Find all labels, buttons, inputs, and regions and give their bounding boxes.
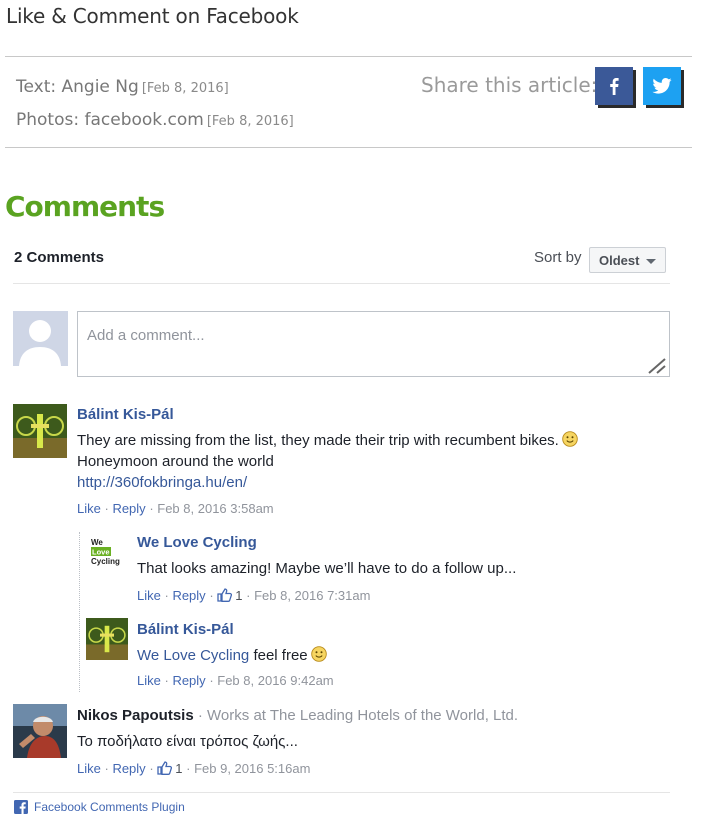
reply-author[interactable]: Bálint Kis-Pál xyxy=(137,621,234,638)
comment-text: Το ποδήλατο είναι τρόπος ζωής... xyxy=(77,733,298,750)
thumbs-up-icon xyxy=(157,761,173,775)
avatar[interactable]: We Love Cycling xyxy=(86,532,128,574)
default-avatar-icon xyxy=(13,311,68,366)
thumbs-up-icon xyxy=(217,588,233,602)
text-credit: Text: Angie Ng [Feb 8, 2016] xyxy=(16,77,229,97)
reply-thread-line xyxy=(79,532,80,692)
divider xyxy=(5,56,692,57)
like-button[interactable]: Like xyxy=(77,761,101,776)
divider xyxy=(13,283,670,284)
like-count: 1 xyxy=(235,588,243,603)
twitter-icon xyxy=(652,78,672,94)
photo-credit: Photos: facebook.com [Feb 8, 2016] xyxy=(16,110,294,130)
smiley-icon xyxy=(562,431,578,447)
avatar[interactable] xyxy=(13,704,67,758)
sort-select-value: Oldest xyxy=(599,253,640,268)
text-credit-label: Text: Angie Ng xyxy=(16,77,139,97)
photo-credit-label: Photos: facebook.com xyxy=(16,110,204,130)
comment-text-line: Honeymoon around the world xyxy=(77,453,274,470)
reply-text: We Love Cycling feel free xyxy=(137,645,327,666)
reply-text: That looks amazing! Maybe we’ll have to … xyxy=(137,560,517,577)
mention-link[interactable]: We Love Cycling xyxy=(137,647,249,664)
share-twitter-button[interactable] xyxy=(643,67,681,105)
comment-text: They are missing from the list, they mad… xyxy=(77,430,578,493)
share-facebook-button[interactable] xyxy=(595,67,633,105)
text-credit-date: [Feb 8, 2016] xyxy=(141,81,229,96)
facebook-square-icon xyxy=(14,800,28,814)
divider xyxy=(13,792,670,793)
comment-actions: Like · Reply · Feb 8, 2016 3:58am xyxy=(77,501,274,516)
reply-button[interactable]: Reply xyxy=(172,673,205,688)
sort-select[interactable]: Oldest xyxy=(589,247,666,273)
reply-timestamp[interactable]: Feb 8, 2016 7:31am xyxy=(254,588,370,603)
reply-button[interactable]: Reply xyxy=(112,501,145,516)
comment-input[interactable]: Add a comment... xyxy=(77,311,670,377)
like-button[interactable]: Like xyxy=(137,588,161,603)
reply-actions: Like · Reply · Feb 8, 2016 9:42am xyxy=(137,673,334,688)
reply-text-body: feel free xyxy=(253,647,308,664)
comment-count: 2 Comments xyxy=(14,249,105,266)
facebook-icon xyxy=(610,78,619,95)
page-title: Like & Comment on Facebook xyxy=(6,4,299,28)
reply-timestamp[interactable]: Feb 8, 2016 9:42am xyxy=(217,673,333,688)
svg-text:Love: Love xyxy=(92,548,110,557)
photo-credit-date: [Feb 8, 2016] xyxy=(206,114,294,129)
comment-author[interactable]: Bálint Kis-Pál xyxy=(77,406,174,423)
reply-button[interactable]: Reply xyxy=(172,588,205,603)
chevron-down-icon xyxy=(646,259,656,264)
resize-handle-icon[interactable] xyxy=(645,354,667,374)
avatar[interactable] xyxy=(13,404,67,458)
share-label: Share this article: xyxy=(421,73,598,97)
reply-actions: Like · Reply · 1 · Feb 8, 2016 7:31am xyxy=(137,588,371,603)
divider xyxy=(5,147,692,148)
svg-text:Cycling: Cycling xyxy=(91,557,120,566)
plugin-label: Facebook Comments Plugin xyxy=(34,800,185,814)
comment-author-name[interactable]: Nikos Papoutsis xyxy=(77,707,194,724)
author-work: Works at The Leading Hotels of the World… xyxy=(207,707,519,724)
sort-by-label: Sort by xyxy=(534,249,582,266)
like-button[interactable]: Like xyxy=(137,673,161,688)
facebook-comments-plugin-link[interactable]: Facebook Comments Plugin xyxy=(14,800,185,814)
reply-author[interactable]: We Love Cycling xyxy=(137,534,257,551)
smiley-icon xyxy=(310,646,327,662)
comment-text-line: They are missing from the list, they mad… xyxy=(77,432,559,449)
like-count: 1 xyxy=(175,761,183,776)
comment-link[interactable]: http://360fokbringa.hu/en/ xyxy=(77,474,247,491)
comment-timestamp[interactable]: Feb 8, 2016 3:58am xyxy=(157,501,273,516)
comment-author: Nikos Papoutsis · Works at The Leading H… xyxy=(77,707,519,724)
comment-input-placeholder: Add a comment... xyxy=(87,327,205,344)
comments-heading: Comments xyxy=(5,190,165,223)
comment-actions: Like · Reply · 1 · Feb 9, 2016 5:16am xyxy=(77,761,311,776)
avatar-logo-text: We xyxy=(91,538,103,547)
reply-button[interactable]: Reply xyxy=(112,761,145,776)
comment-timestamp[interactable]: Feb 9, 2016 5:16am xyxy=(194,761,310,776)
avatar xyxy=(13,311,68,366)
like-button[interactable]: Like xyxy=(77,501,101,516)
avatar[interactable] xyxy=(86,618,128,660)
